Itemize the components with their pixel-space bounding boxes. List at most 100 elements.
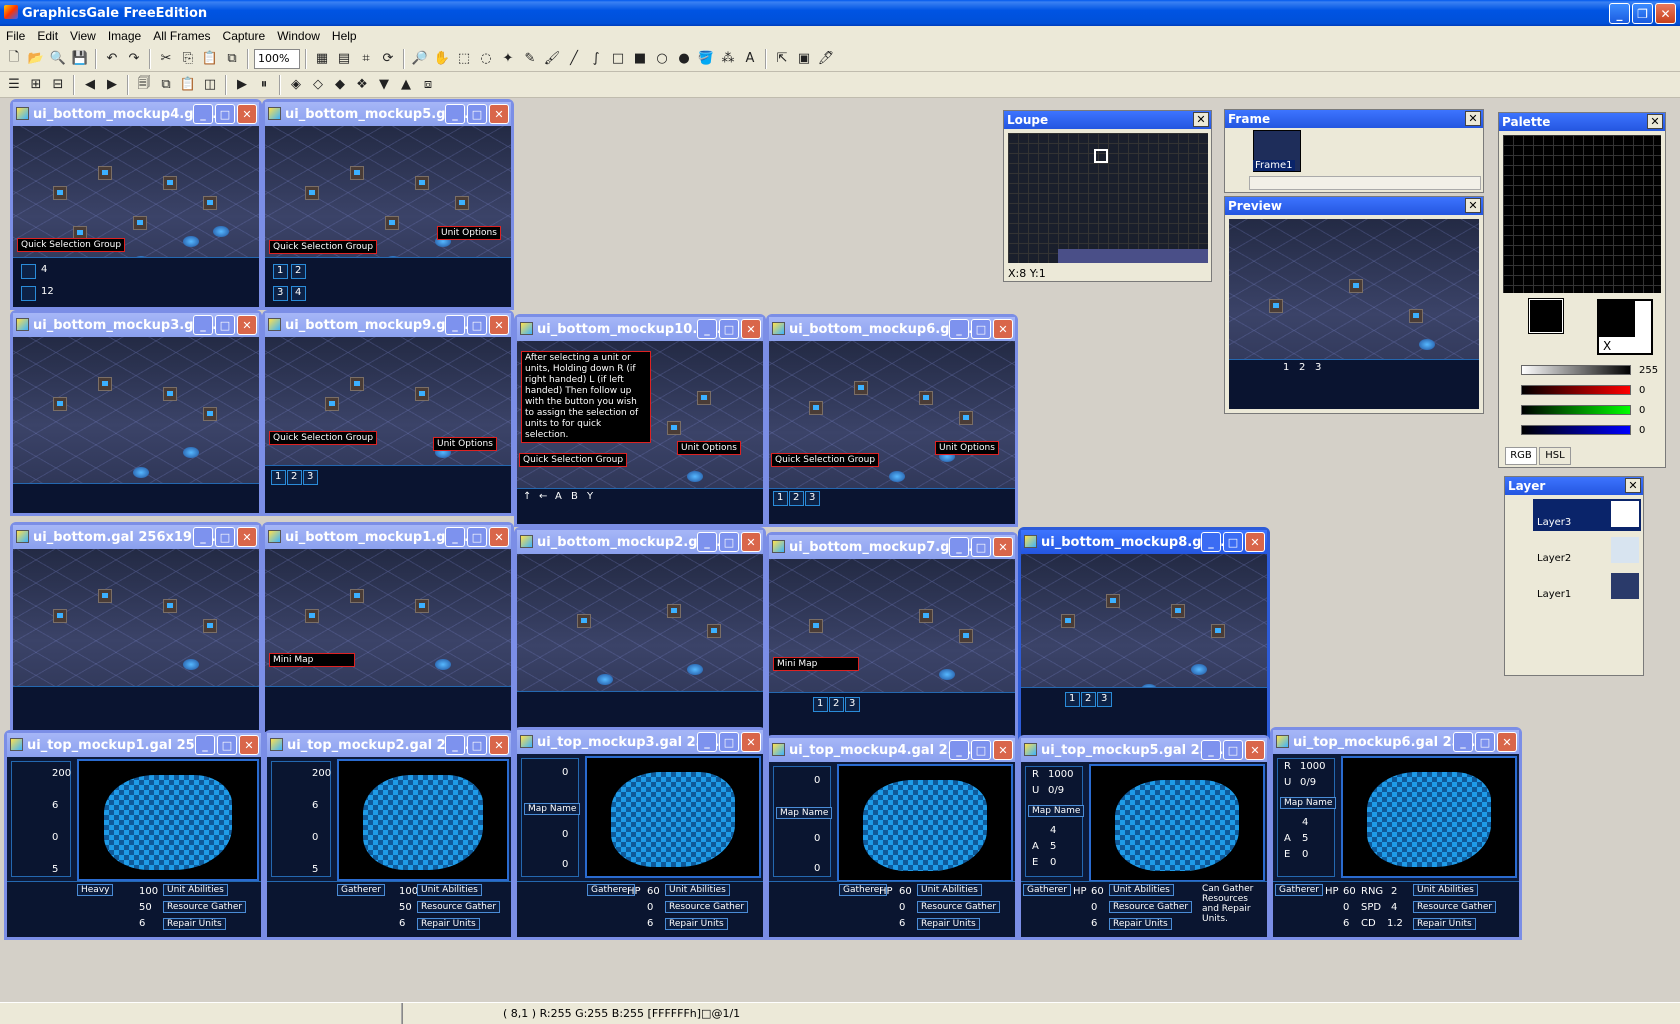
minimize-button[interactable]: _	[949, 319, 969, 339]
minimize-button[interactable]: _	[697, 532, 717, 552]
menu-file[interactable]: File	[6, 29, 25, 43]
canvas[interactable]: Quick Selection Group Unit Options 1234	[265, 126, 511, 307]
canvas[interactable]: After selecting a unit or units, Holding…	[517, 341, 763, 524]
maximize-button[interactable]: □	[1223, 740, 1243, 760]
canvas[interactable]: Quick Selection Group Unit Options 123	[265, 337, 511, 513]
close-icon[interactable]: ✕	[1647, 114, 1663, 129]
doc-window-mockup5[interactable]: ui_bottom_mockup5.ga... _ □ ✕ Quick Select…	[262, 99, 514, 310]
zoom-select[interactable]: 100%	[254, 48, 300, 69]
frame-prop-icon[interactable]: 🗐	[134, 75, 154, 95]
doc-window-mockup7[interactable]: ui_bottom_mockup7.ga... _ □ ✕ Mini Map 123	[766, 532, 1018, 745]
ellipse-icon[interactable]: ○	[652, 49, 672, 69]
canvas[interactable]: Mini Map	[265, 549, 511, 732]
minimize-button[interactable]: _	[195, 735, 215, 755]
close-button[interactable]: ✕	[993, 537, 1013, 557]
green-slider[interactable]	[1521, 405, 1631, 415]
undo-icon[interactable]: ↶	[102, 49, 122, 69]
menu-view[interactable]: View	[70, 29, 96, 43]
filled-rectangle-icon[interactable]: ■	[630, 49, 650, 69]
canvas[interactable]: Mini Map 123	[769, 559, 1015, 742]
hand-icon[interactable]: ✋	[432, 49, 452, 69]
minimize-button[interactable]: _	[445, 104, 465, 124]
close-button[interactable]: ✕	[1245, 740, 1265, 760]
doc-window-mockup4[interactable]: ui_bottom_mockup4.ga... _ □ ✕ Quick Select…	[10, 99, 262, 310]
canvas[interactable]: 200 6 0 5 Gatherer 100 50 6 Unit Abilities Res…	[267, 757, 511, 937]
maximize-button[interactable]: □	[467, 735, 487, 755]
dropper-icon[interactable]: 🖊	[816, 49, 836, 69]
layer-down-icon[interactable]: ▼	[374, 75, 394, 95]
magnify-icon[interactable]: 🔎	[410, 49, 430, 69]
frame-copy-icon[interactable]: ⧉	[156, 75, 176, 95]
line-icon[interactable]: ╱	[564, 49, 584, 69]
pencil-icon[interactable]: ✎	[520, 49, 540, 69]
minimize-button[interactable]: _	[1201, 740, 1221, 760]
lasso-icon[interactable]: ◌	[476, 49, 496, 69]
close-button[interactable]: ✕	[237, 104, 257, 124]
minimize-button[interactable]: _	[1609, 3, 1630, 24]
doc-window-mockup1[interactable]: ui_bottom_mockup1.ga... _ □ ✕ Mini Map	[262, 522, 514, 735]
frame-list-icon[interactable]: ☰	[4, 75, 24, 95]
minimize-button[interactable]: _	[949, 537, 969, 557]
curve-icon[interactable]: ∫	[586, 49, 606, 69]
layer-add-icon[interactable]: ◈	[286, 75, 306, 95]
tab-hsl[interactable]: HSL	[1539, 447, 1571, 465]
paste-special-icon[interactable]: ⧉	[222, 49, 242, 69]
close-button[interactable]: ✕	[239, 735, 259, 755]
copy-icon[interactable]: ⎘	[178, 49, 198, 69]
frame-paste-icon[interactable]: 📋	[178, 75, 198, 95]
close-button[interactable]: ✕	[489, 315, 509, 335]
doc-window-mockup3[interactable]: ui_bottom_mockup3.ga... _ □ ✕	[10, 310, 262, 516]
pause-icon[interactable]: ⏸	[254, 75, 274, 95]
close-icon[interactable]: ✕	[1193, 112, 1209, 127]
canvas[interactable]: Map Name0000 Gatherer HP6006 Unit Abilit…	[769, 762, 1015, 937]
maximize-button[interactable]: □	[719, 532, 739, 552]
canvas[interactable]	[13, 549, 259, 732]
red-slider[interactable]	[1521, 385, 1631, 395]
magic-wand-icon[interactable]: ✦	[498, 49, 518, 69]
minimize-button[interactable]: _	[1201, 532, 1221, 552]
minimize-button[interactable]: _	[949, 740, 969, 760]
rectangle-icon[interactable]: □	[608, 49, 628, 69]
frame-add-icon[interactable]: ⊞	[26, 75, 46, 95]
canvas[interactable]: 200 6 0 5 Heavy 100 50 6 Unit Abilities Resour…	[7, 757, 261, 937]
close-button[interactable]: ✕	[741, 319, 761, 339]
grid-icon[interactable]: ▦	[312, 49, 332, 69]
close-button[interactable]: ✕	[993, 319, 1013, 339]
doc-window-mockup10[interactable]: ui_bottom_mockup10.g... _ □ ✕ After select…	[514, 314, 766, 527]
doc-window-mockup2[interactable]: ui_bottom_mockup2.ga... _ □ ✕	[514, 527, 766, 740]
canvas[interactable]: 123	[1021, 554, 1267, 737]
minimize-button[interactable]: _	[445, 735, 465, 755]
brush-icon[interactable]: 🖌	[542, 49, 562, 69]
pixel-grid-icon[interactable]: ▤	[334, 49, 354, 69]
close-button[interactable]: ✕	[741, 532, 761, 552]
close-button[interactable]: ✕	[1497, 732, 1517, 752]
close-button[interactable]: ✕	[993, 740, 1013, 760]
close-icon[interactable]: ✕	[1625, 478, 1641, 493]
menu-window[interactable]: Window	[277, 29, 320, 43]
menu-help[interactable]: Help	[332, 29, 357, 43]
select-rect-icon[interactable]: ⬚	[454, 49, 474, 69]
doc-window-mockup8[interactable]: ui_bottom_mockup8.ga... _ □ ✕ 123	[1018, 527, 1270, 740]
filled-ellipse-icon[interactable]: ●	[674, 49, 694, 69]
close-button[interactable]: ✕	[237, 315, 257, 335]
frame-delete-icon[interactable]: ⊟	[48, 75, 68, 95]
maximize-button[interactable]: □	[217, 735, 237, 755]
doc-window-mockup6[interactable]: ui_bottom_mockup6.ga... _ □ ✕ Quick Select…	[766, 314, 1018, 527]
frame-scrollbar[interactable]	[1249, 176, 1481, 190]
menu-image[interactable]: Image	[108, 29, 141, 43]
maximize-button[interactable]: □	[467, 315, 487, 335]
doc-window-top-mockup3[interactable]: ui_top_mockup3.gal 25... _ □ ✕ Map Name 0 0 0…	[514, 727, 766, 940]
blue-slider[interactable]	[1521, 425, 1631, 435]
close-icon[interactable]: ✕	[1465, 198, 1481, 213]
close-button[interactable]: ✕	[489, 104, 509, 124]
canvas[interactable]	[13, 337, 259, 513]
spray-icon[interactable]: ⁂	[718, 49, 738, 69]
doc-window-top-mockup1[interactable]: ui_top_mockup1.gal 25... _ □ ✕ 200 6 0 5 Heav…	[4, 730, 264, 940]
maximize-button[interactable]: □	[215, 104, 235, 124]
minimize-button[interactable]: _	[445, 315, 465, 335]
maximize-button[interactable]: □	[215, 315, 235, 335]
tab-rgb[interactable]: RGB	[1505, 447, 1537, 465]
maximize-button[interactable]: □	[467, 527, 487, 547]
foreground-color-swatch[interactable]	[1528, 298, 1564, 334]
minimize-button[interactable]: _	[193, 315, 213, 335]
